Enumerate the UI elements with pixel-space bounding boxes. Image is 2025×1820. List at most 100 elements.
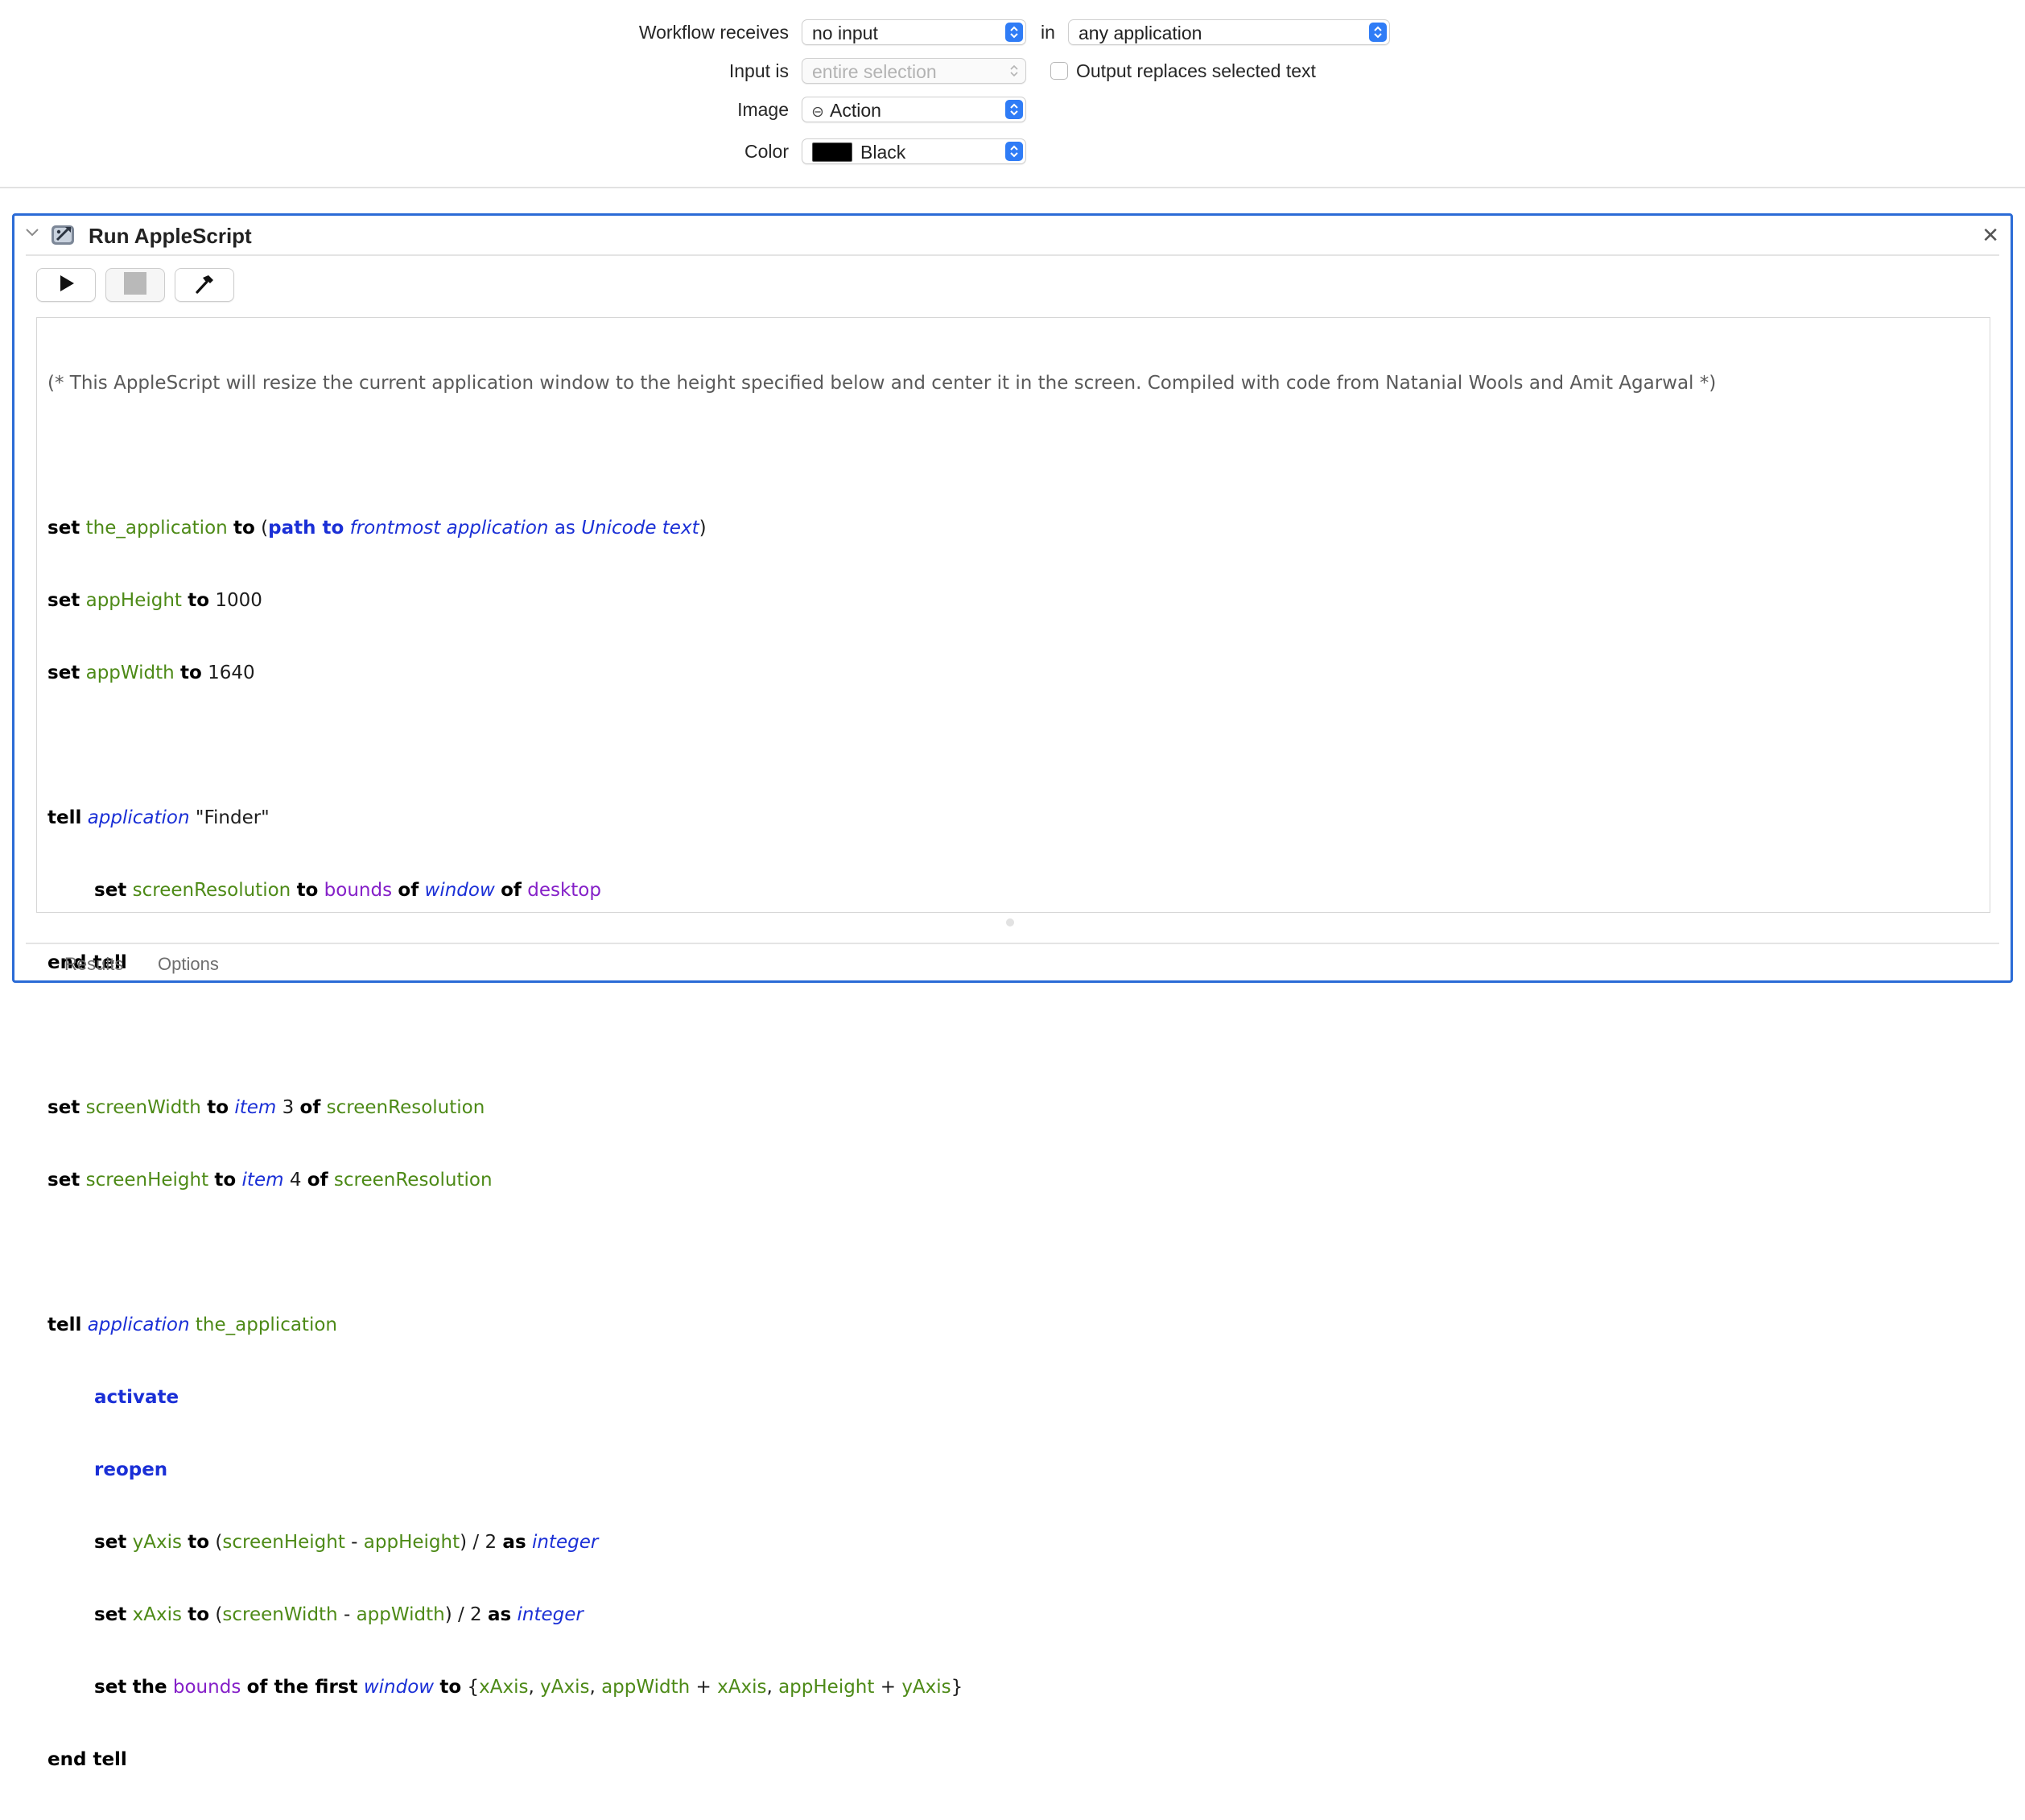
code-variable: appHeight (778, 1677, 875, 1698)
code-line: reopen (47, 1458, 1716, 1482)
tab-options[interactable]: Options (158, 948, 219, 980)
code-keyword: end tell (47, 1749, 127, 1770)
in-label: in (1041, 22, 1055, 43)
code-keyword: set (94, 1677, 127, 1698)
color-popup[interactable]: Black (802, 138, 1026, 164)
code-keyword: set (47, 662, 80, 683)
code-class: integer (531, 1532, 599, 1553)
application-value: any application (1078, 23, 1202, 43)
code-keyword: set (94, 880, 127, 901)
code-variable: appWidth (85, 662, 175, 683)
application-popup[interactable]: any application (1068, 19, 1390, 45)
code-variable: xAxis (479, 1677, 529, 1698)
workflow-receives-popup[interactable]: no input (802, 19, 1026, 45)
code-line: set yAxis to (screenHeight - appHeight) … (47, 1530, 1716, 1554)
code-string: "Finder" (195, 807, 270, 828)
popup-stepper-icon (1005, 100, 1023, 119)
popup-stepper-icon (1005, 23, 1023, 42)
code-class: window (363, 1677, 435, 1698)
image-row: Image Action (0, 93, 2025, 126)
code-class: item (241, 1170, 284, 1191)
color-value: Black (860, 142, 906, 163)
script-comment: (* This AppleScript will resize the curr… (47, 373, 1717, 394)
code-keyword: set (47, 518, 80, 539)
code-keyword: to (207, 1097, 229, 1118)
code-property: desktop (527, 880, 601, 901)
code-keyword: to (233, 518, 255, 539)
header-divider (26, 254, 1999, 256)
workflow-receives-value: no input (812, 23, 878, 43)
code-line: set appHeight to 1000 (47, 588, 1716, 613)
code-variable: appWidth (356, 1604, 445, 1625)
code-number: 1640 (208, 662, 255, 683)
code-punct: ) (699, 518, 707, 539)
code-punct: , (528, 1677, 541, 1698)
code-variable: the_application (195, 1314, 337, 1335)
code-keyword: set (47, 1170, 80, 1191)
code-line: set appWidth to 1640 (47, 661, 1716, 685)
image-label: Image (737, 99, 789, 120)
output-replaces-checkbox[interactable] (1050, 62, 1068, 80)
code-class: integer (517, 1604, 584, 1625)
code-variable: screenResolution (326, 1097, 485, 1118)
compile-button[interactable] (175, 268, 234, 302)
workflow-settings-pane: Workflow receives no input in any applic… (0, 0, 2025, 188)
run-applescript-action[interactable]: Run AppleScript ✕ (* This AppleScript wi… (12, 213, 2013, 1770)
code-line: set xAxis to (screenWidth - appWidth) / … (47, 1603, 1716, 1627)
code-variable: screenWidth (85, 1097, 201, 1118)
run-button[interactable] (36, 268, 96, 302)
code-variable: xAxis (717, 1677, 767, 1698)
input-is-row: Input is entire selection Output replace… (0, 55, 2025, 87)
code-keyword: tell (47, 1314, 82, 1335)
color-row: Color Black (0, 135, 2025, 167)
code-number: 2 (485, 1532, 497, 1553)
code-keyword: to (180, 662, 202, 683)
action-title: Run AppleScript (89, 224, 252, 248)
code-punct: - (344, 1532, 364, 1553)
code-keyword: to (188, 590, 210, 611)
code-keyword: to (296, 880, 319, 901)
code-line: set the bounds of the first window to {x… (47, 1675, 1716, 1699)
close-icon[interactable]: ✕ (1982, 224, 1999, 246)
code-command: reopen (94, 1459, 168, 1480)
code-punct: ) / (444, 1604, 471, 1625)
script-editor[interactable]: (* This AppleScript will resize the curr… (36, 317, 1990, 1770)
script-code[interactable]: (* This AppleScript will resize the curr… (47, 323, 1716, 1820)
code-line: activate (47, 1385, 1716, 1409)
input-is-popup[interactable]: entire selection (802, 58, 1026, 84)
code-keyword: set (94, 1532, 127, 1553)
color-swatch (812, 142, 852, 162)
code-keyword: of (307, 1170, 328, 1191)
editor-resize-handle[interactable] (1006, 918, 1014, 927)
stop-button[interactable] (105, 268, 165, 302)
workflow-receives-label: Workflow receives (638, 22, 789, 43)
image-popup[interactable]: Action (802, 97, 1026, 122)
image-value: Action (830, 100, 881, 121)
code-punct: } (951, 1677, 963, 1698)
code-keyword: set (47, 1097, 80, 1118)
popup-stepper-icon (1005, 142, 1023, 161)
code-line: set the_application to (path to frontmos… (47, 516, 1716, 540)
input-is-value: entire selection (812, 61, 937, 82)
code-line: end tell (47, 1748, 1716, 1772)
code-variable: yAxis (132, 1532, 182, 1553)
code-number: 4 (289, 1170, 302, 1191)
action-header: Run AppleScript ✕ (14, 216, 2011, 254)
code-variable: appWidth (601, 1677, 691, 1698)
code-command: path to (268, 518, 344, 539)
code-punct: ) / (460, 1532, 485, 1553)
code-class: application (87, 1314, 190, 1335)
code-keyword: the (132, 1677, 167, 1698)
code-class: frontmost application (349, 518, 549, 539)
code-number: 1000 (215, 590, 262, 611)
code-keyword: tell (47, 807, 82, 828)
tab-results[interactable]: Results (64, 948, 123, 980)
code-variable: the_application (85, 518, 228, 539)
code-punct: ( (261, 518, 269, 539)
code-variable: yAxis (901, 1677, 951, 1698)
code-punct: { (467, 1677, 480, 1698)
chevron-down-icon[interactable] (24, 227, 40, 242)
code-keyword: set (94, 1604, 127, 1625)
code-keyword: as (502, 1532, 526, 1553)
